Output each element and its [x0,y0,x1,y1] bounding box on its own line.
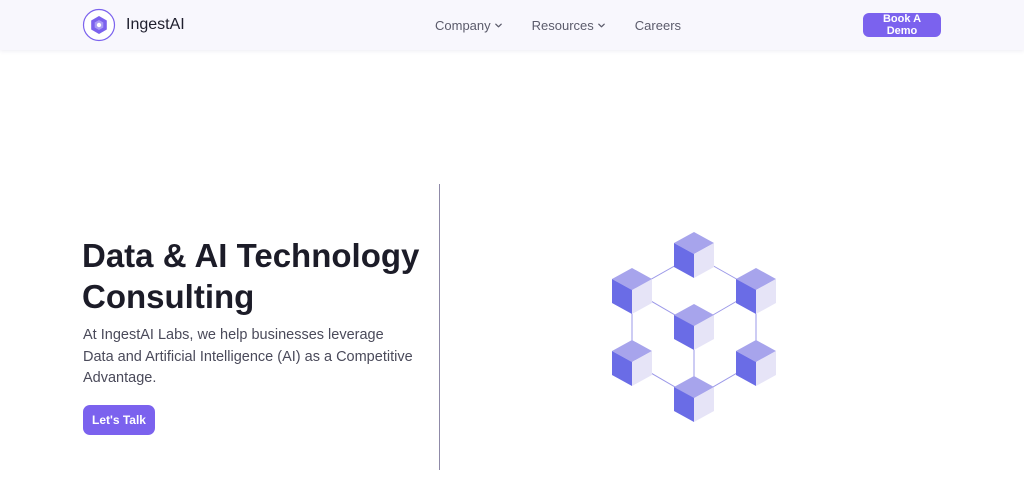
cube-top [674,232,714,278]
hero-title: Data & AI Technology Consulting [82,237,420,315]
book-demo-button[interactable]: Book A Demo [863,13,941,37]
nav-item-careers[interactable]: Careers [635,18,681,33]
nav-item-company[interactable]: Company [435,18,503,33]
site-header: IngestAI Company Resources Careers Book … [0,0,1024,50]
chevron-down-icon [597,23,605,28]
nav-item-resources[interactable]: Resources [532,18,606,33]
nav-item-label: Resources [531,17,594,33]
chevron-down-icon [494,23,502,28]
lets-talk-button[interactable]: Let's Talk [83,405,155,435]
brand-name: IngestAI [126,16,185,33]
nav-item-label: Careers [634,17,682,33]
cube-bottom [674,376,714,422]
cube-network-icon [612,232,776,422]
hexagon-logo-icon [82,8,116,42]
brand-logo-link[interactable]: IngestAI [82,8,185,42]
cube-lower-right [736,340,776,386]
main-nav: Company Resources Careers [435,0,710,50]
cube-upper-right [736,268,776,314]
hero-description: At IngestAI Labs, we help businesses lev… [83,327,413,386]
nav-item-label: Company [435,17,491,33]
cube-upper-left [612,268,652,314]
cube-center [674,304,714,350]
cube-lower-left [612,340,652,386]
vertical-divider [439,184,440,470]
